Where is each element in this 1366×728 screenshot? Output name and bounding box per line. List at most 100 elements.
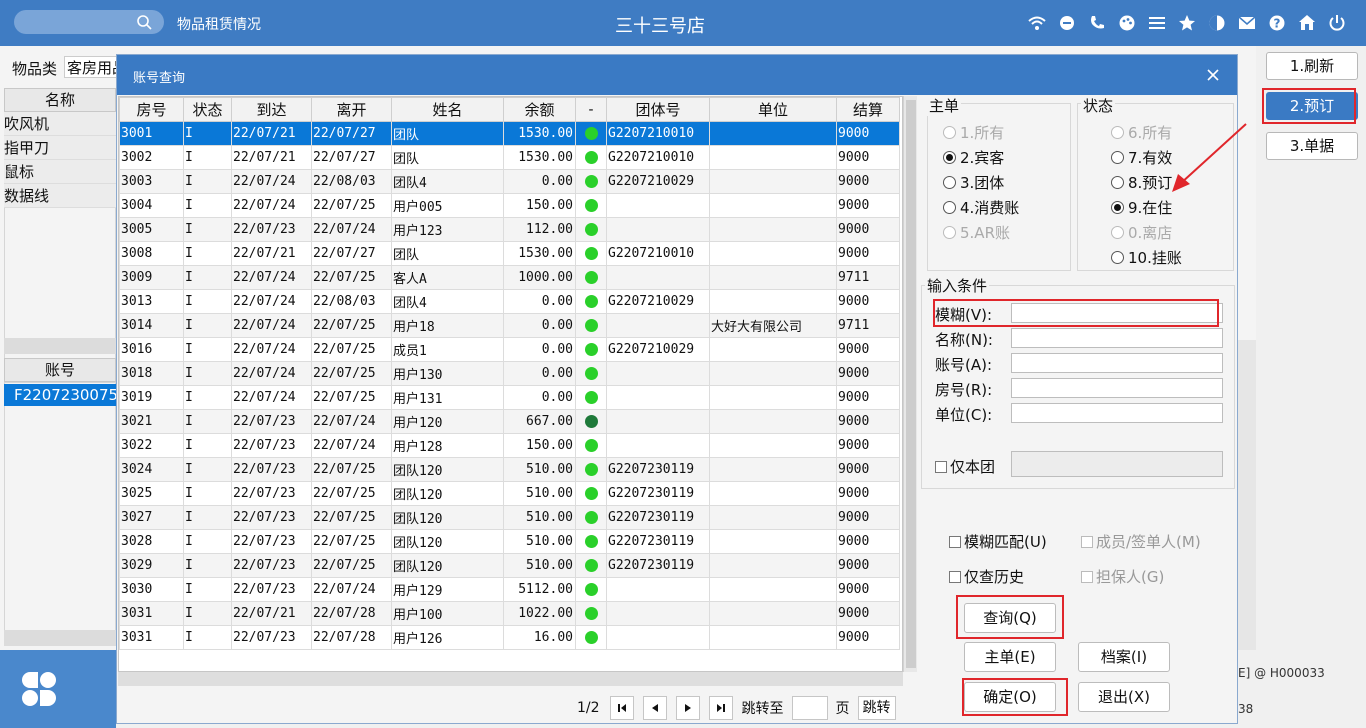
column-header[interactable]: 到达 — [231, 97, 312, 122]
refresh-button[interactable]: 1.刷新 — [1266, 52, 1358, 80]
prev-page-button[interactable] — [642, 696, 667, 720]
radio-status-on-account[interactable]: 10.挂账 — [1111, 247, 1182, 268]
horizontal-scrollbar[interactable] — [4, 338, 116, 354]
column-header[interactable]: 房号 — [119, 97, 184, 122]
cell-group: G2207210029 — [606, 169, 710, 194]
documents-button[interactable]: 3.单据 — [1266, 132, 1358, 160]
table-row[interactable]: 3025 I 22/07/23 22/07/25 团队120 510.00 G2207230… — [119, 481, 900, 506]
table-row[interactable]: 3014 I 22/07/24 22/07/25 用户18 0.00 大好大有限公司 9711 — [119, 313, 900, 338]
chat-icon[interactable] — [1052, 10, 1082, 36]
annotation-arrow-icon — [1172, 123, 1247, 192]
jump-button[interactable]: 跳转 — [857, 696, 896, 720]
only-this-group-checkbox[interactable]: 仅本团 — [935, 456, 995, 477]
history-only-checkbox[interactable]: 仅查历史 — [949, 566, 1024, 587]
radio-status-checked-out[interactable]: 0.离店 — [1111, 222, 1172, 243]
unit-input[interactable] — [1011, 403, 1223, 423]
table-row[interactable]: 3003 I 22/07/24 22/08/03 团队4 0.00 G2207210029 9… — [119, 169, 900, 194]
table-row[interactable]: 3016 I 22/07/24 22/07/25 成员1 0.00 G2207210029 9… — [119, 337, 900, 362]
table-row[interactable]: 3028 I 22/07/23 22/07/25 团队120 510.00 G2207230… — [119, 529, 900, 554]
column-header[interactable]: 状态 — [183, 97, 232, 122]
list-item[interactable]: 吹风机 — [4, 112, 116, 136]
table-row[interactable]: 3018 I 22/07/24 22/07/25 用户130 0.00 9000 — [119, 361, 900, 386]
help-icon[interactable]: ? — [1262, 10, 1292, 36]
status-dot-cell — [575, 337, 607, 362]
table-row[interactable]: 3004 I 22/07/24 22/07/25 用户005 150.00 9000 — [119, 193, 900, 218]
mail-icon[interactable] — [1232, 10, 1262, 36]
list-item[interactable]: 指甲刀 — [4, 136, 116, 160]
first-page-button[interactable] — [609, 696, 634, 720]
list-item[interactable]: 鼠标 — [4, 160, 116, 184]
cell-status: I — [183, 145, 232, 170]
star-icon[interactable] — [1172, 10, 1202, 36]
scrollbar-thumb[interactable] — [906, 100, 916, 668]
master-bill-button[interactable]: 主单(E) — [964, 642, 1056, 672]
account-column-header: 账号 — [4, 358, 116, 382]
power-icon[interactable] — [1322, 10, 1352, 36]
table-row[interactable]: 3031 I 22/07/21 22/07/28 用户100 1022.00 9000 — [119, 601, 900, 626]
contrast-icon[interactable] — [1202, 10, 1232, 36]
table-row[interactable]: 3005 I 22/07/23 22/07/24 用户123 112.00 9000 — [119, 217, 900, 242]
menu-icon[interactable] — [1142, 10, 1172, 36]
column-header[interactable]: 团体号 — [606, 97, 710, 122]
cell-status: I — [183, 529, 232, 554]
next-page-button[interactable] — [675, 696, 700, 720]
profile-button[interactable]: 档案(I) — [1078, 642, 1170, 672]
column-header[interactable]: 余额 — [503, 97, 576, 122]
table-row[interactable]: 3021 I 22/07/23 22/07/24 用户120 667.00 9000 — [119, 409, 900, 434]
phone-icon[interactable] — [1082, 10, 1112, 36]
column-header[interactable]: 结算 — [836, 97, 900, 122]
cell-unit — [709, 241, 837, 266]
account-list-item[interactable]: F2207230075 — [4, 384, 118, 406]
home-icon[interactable] — [1292, 10, 1322, 36]
status-dot-cell — [575, 289, 607, 314]
category-select[interactable]: 客房用品 — [64, 56, 118, 78]
guarantor-checkbox[interactable]: 担保人(G) — [1081, 566, 1164, 587]
cell-room: 3028 — [119, 529, 184, 554]
table-row[interactable]: 3008 I 22/07/21 22/07/27 团队 1530.00 G220721001… — [119, 241, 900, 266]
cell-status: I — [183, 553, 232, 578]
radio-main-all[interactable]: 1.所有 — [943, 122, 1004, 143]
table-row[interactable]: 3002 I 22/07/21 22/07/27 团队 1530.00 G220721001… — [119, 145, 900, 170]
table-row[interactable]: 3029 I 22/07/23 22/07/25 团队120 510.00 G2207230… — [119, 553, 900, 578]
table-row[interactable]: 3013 I 22/07/24 22/08/03 团队4 0.00 G2207210029 9… — [119, 289, 900, 314]
jump-page-input[interactable] — [791, 696, 828, 720]
table-row[interactable]: 3030 I 22/07/23 22/07/24 用户129 5112.00 9000 — [119, 577, 900, 602]
first-page-icon — [617, 704, 626, 712]
table-row[interactable]: 3001 I 22/07/21 22/07/27 团队 1530.00 G220721001… — [119, 121, 900, 146]
group-number-input[interactable] — [1011, 451, 1223, 477]
horizontal-scrollbar[interactable] — [4, 630, 116, 646]
table-row[interactable]: 3019 I 22/07/24 22/07/25 用户131 0.00 9000 — [119, 385, 900, 410]
fuzzy-match-checkbox[interactable]: 模糊匹配(U) — [949, 531, 1047, 552]
cell-depart: 22/08/03 — [311, 289, 392, 314]
room-input[interactable] — [1011, 378, 1223, 398]
table-row[interactable]: 3024 I 22/07/23 22/07/25 团队120 510.00 G2207230… — [119, 457, 900, 482]
wifi-icon[interactable] — [1022, 10, 1052, 36]
cell-depart: 22/07/25 — [311, 457, 392, 482]
column-header[interactable]: 离开 — [311, 97, 392, 122]
palette-icon[interactable] — [1112, 10, 1142, 36]
list-item[interactable]: 数据线 — [4, 184, 116, 208]
column-header[interactable]: - — [575, 97, 607, 122]
exit-button[interactable]: 退出(X) — [1078, 682, 1170, 712]
account-input[interactable] — [1011, 353, 1223, 373]
radio-main-consumption[interactable]: 4.消费账 — [943, 197, 1019, 218]
table-row[interactable]: 3009 I 22/07/24 22/07/25 客人A 1000.00 9711 — [119, 265, 900, 290]
table-row[interactable]: 3022 I 22/07/23 22/07/24 用户128 150.00 9000 — [119, 433, 900, 458]
search-input[interactable] — [14, 10, 164, 34]
table-row[interactable]: 3027 I 22/07/23 22/07/25 团队120 510.00 G2207230… — [119, 505, 900, 530]
cell-balance: 1000.00 — [503, 265, 576, 290]
name-input[interactable] — [1011, 328, 1223, 348]
vertical-scrollbar[interactable] — [903, 96, 917, 672]
cell-room: 3004 — [119, 193, 184, 218]
close-icon[interactable] — [1203, 65, 1223, 85]
last-page-button[interactable] — [708, 696, 733, 720]
radio-main-ar[interactable]: 5.AR账 — [943, 222, 1010, 243]
radio-main-guest[interactable]: 2.宾客 — [943, 147, 1004, 168]
column-header[interactable]: 姓名 — [391, 97, 504, 122]
member-signer-checkbox[interactable]: 成员/签单人(M) — [1081, 531, 1201, 552]
horizontal-scrollbar[interactable] — [118, 672, 903, 686]
radio-main-group[interactable]: 3.团体 — [943, 172, 1004, 193]
radio-status-in-house[interactable]: 9.在住 — [1111, 197, 1172, 218]
table-row[interactable]: 3031 I 22/07/23 22/07/28 用户126 16.00 9000 — [119, 625, 900, 650]
column-header[interactable]: 单位 — [709, 97, 837, 122]
